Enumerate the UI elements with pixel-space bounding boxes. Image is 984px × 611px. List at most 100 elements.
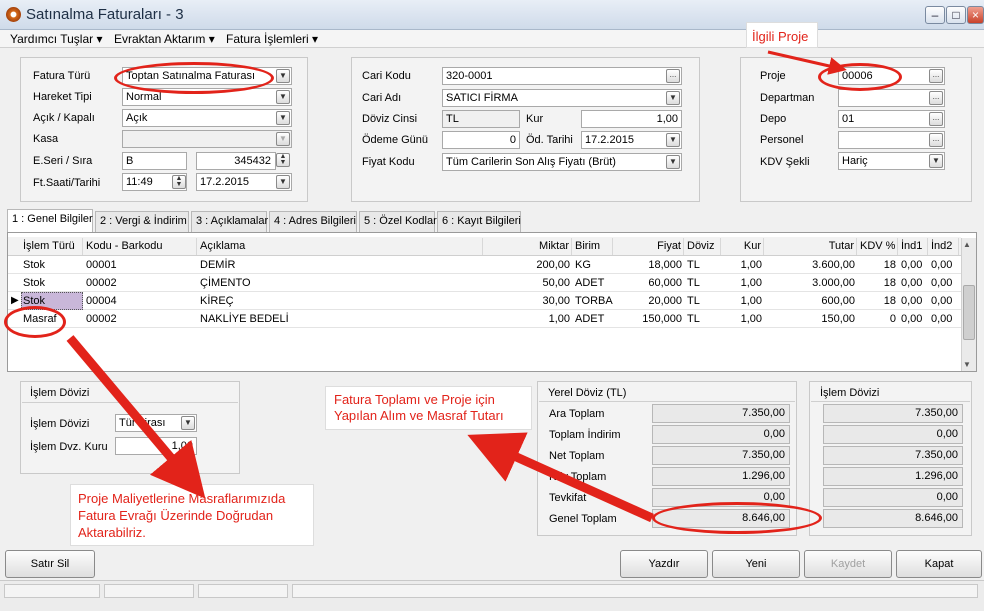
annotation-fatura-toplami-1: Fatura Toplamı ve Proje için — [334, 392, 495, 407]
scroll-down-icon[interactable]: ▼ — [963, 360, 971, 369]
personel-label: Personel — [760, 134, 804, 146]
cell-fiyat: 150,000 — [642, 313, 682, 325]
islem-toplam-indirim-value: 0,00 — [823, 425, 963, 444]
col-ind1[interactable]: İnd1 — [899, 238, 928, 255]
window-title: Satınalma Faturaları - 3 — [26, 6, 184, 23]
row-pointer-icon: ▶ — [11, 295, 19, 306]
chevron-down-icon[interactable]: ▼ — [276, 69, 290, 83]
status-segment — [292, 584, 978, 598]
yeni-button[interactable]: Yeni — [712, 550, 800, 578]
close-button[interactable]: × — [967, 6, 984, 24]
seri-field[interactable]: B — [122, 152, 187, 170]
ara-toplam-value: 7.350,00 — [652, 404, 790, 423]
cell-kodu: 00001 — [86, 259, 117, 271]
cell-ind1: 0,00 — [901, 277, 923, 289]
doviz-cinsi-field[interactable]: TL — [442, 110, 520, 128]
cari-adi-select[interactable]: SATICI FİRMA — [442, 89, 682, 107]
chevron-down-icon[interactable]: ▼ — [276, 175, 290, 189]
fiyat-kodu-select[interactable]: Tüm Carilerin Son Alış Fiyatı (Brüt) — [442, 153, 682, 171]
net-toplam-label: Net Toplam — [549, 450, 605, 462]
acik-kapali-label: Açık / Kapalı — [33, 112, 95, 124]
kapat-button[interactable]: Kapat — [896, 550, 982, 578]
cell-miktar: 50,00 — [542, 277, 570, 289]
col-kdv[interactable]: KDV % — [858, 238, 898, 255]
tab-adres-bilgileri[interactable]: 4 : Adres Bilgileri — [269, 211, 357, 232]
kdv-sekli-label: KDV Şekli — [760, 156, 810, 168]
spinner-icon[interactable]: ▲ ▼ — [172, 175, 186, 189]
doviz-cinsi-label: Döviz Cinsi — [362, 113, 418, 125]
kasa-select[interactable] — [122, 130, 292, 148]
annotation-proje-maliyet-2: Fatura Evrağı Üzerinde Doğrudan — [78, 508, 274, 523]
scrollbar-thumb[interactable] — [963, 285, 975, 340]
chevron-down-icon[interactable]: ▼ — [666, 133, 680, 147]
cell-islem-turu: Stok — [23, 259, 46, 271]
odeme-gunu-field[interactable]: 0 — [442, 131, 520, 149]
chevron-down-icon[interactable]: ▼ — [666, 155, 680, 169]
ellipsis-icon[interactable]: ... — [929, 133, 943, 147]
sira-field[interactable]: 345432 — [196, 152, 276, 170]
cell-kodu: 00004 — [86, 295, 117, 307]
menu-evraktan-aktarim[interactable]: Evraktan Aktarım ▾ — [114, 32, 215, 46]
chevron-down-icon[interactable]: ▼ — [276, 132, 290, 146]
cell-ind1: 0,00 — [901, 295, 923, 307]
maximize-button[interactable]: □ — [946, 6, 966, 24]
cell-kdv: 18 — [883, 277, 896, 289]
annotation-proje-maliyet-1: Proje Maliyetlerine Masraflarımızıda — [78, 491, 286, 506]
col-fiyat[interactable]: Fiyat — [614, 238, 684, 255]
kasa-label: Kasa — [33, 133, 59, 145]
islem-tevkifat-value: 0,00 — [823, 488, 963, 507]
status-segment — [104, 584, 194, 598]
tab-ozel-kodlar[interactable]: 5 : Özel Kodlar — [359, 211, 437, 232]
ellipsis-icon[interactable]: ... — [929, 112, 943, 126]
spinner-icon[interactable]: ▲ ▼ — [276, 153, 290, 167]
col-kodu-barkodu[interactable]: Kodu - Barkodu — [84, 238, 197, 255]
depo-label: Depo — [760, 113, 787, 125]
col-aciklama[interactable]: Açıklama — [198, 238, 483, 255]
cell-fiyat: 20,000 — [648, 295, 682, 307]
yazdir-button[interactable]: Yazdır — [620, 550, 708, 578]
chevron-down-icon[interactable]: ▼ — [276, 90, 290, 104]
tab-kayit-bilgileri[interactable]: 6 : Kayıt Bilgileri — [437, 211, 521, 232]
cari-kodu-field[interactable]: 320-0001 — [442, 67, 682, 85]
kur-field[interactable]: 1,00 — [581, 110, 682, 128]
minimize-button[interactable]: – — [925, 6, 945, 24]
col-kur[interactable]: Kur — [722, 238, 764, 255]
kdv-toplam-label: Kdv Toplam — [549, 471, 607, 483]
chevron-down-icon[interactable]: ▼ — [276, 111, 290, 125]
col-birim[interactable]: Birim — [573, 238, 613, 255]
chevron-down-icon[interactable]: ▼ — [929, 154, 943, 168]
scroll-up-icon[interactable]: ▲ — [963, 240, 971, 249]
islem-dovizi-totals-title: İşlem Dövizi — [820, 387, 880, 399]
islem-net-toplam-value: 7.350,00 — [823, 446, 963, 465]
cell-doviz: TL — [687, 259, 700, 271]
ellipsis-icon[interactable]: ... — [666, 69, 680, 83]
chevron-down-icon[interactable]: ▼ — [181, 416, 195, 430]
tab-vergi-indirim[interactable]: 2 : Vergi & İndirim — [95, 211, 189, 232]
col-tutar[interactable]: Tutar — [765, 238, 857, 255]
menu-yardimci-tuslar[interactable]: Yardımcı Tuşlar ▾ — [10, 32, 103, 46]
menu-fatura-islemleri[interactable]: Fatura İşlemleri ▾ — [226, 32, 318, 46]
kaydet-button[interactable]: Kaydet — [804, 550, 892, 578]
col-ind2[interactable]: İnd2 — [929, 238, 959, 255]
islem-dvz-kuru-field[interactable]: 1,00 — [115, 437, 197, 455]
satir-sil-button[interactable]: Satır Sil — [5, 550, 95, 578]
col-doviz[interactable]: Döviz — [685, 238, 721, 255]
ellipsis-icon[interactable]: ... — [929, 91, 943, 105]
status-segment — [4, 584, 100, 598]
ellipsis-icon[interactable]: ... — [929, 69, 943, 83]
tab-genel-bilgiler[interactable]: 1 : Genel Bilgiler — [7, 209, 93, 232]
divider — [811, 401, 970, 402]
hareket-tipi-label: Hareket Tipi — [33, 91, 92, 103]
cell-birim: KG — [575, 259, 591, 271]
cell-miktar: 30,00 — [542, 295, 570, 307]
fatura-turu-highlight — [114, 62, 274, 94]
cell-birim: ADET — [575, 277, 605, 289]
kdv-toplam-value: 1.296,00 — [652, 467, 790, 486]
acik-kapali-select[interactable]: Açık — [122, 109, 292, 127]
col-islem-turu[interactable]: İşlem Türü — [21, 238, 83, 255]
masraf-highlight — [4, 306, 66, 338]
col-miktar[interactable]: Miktar — [484, 238, 572, 255]
tab-aciklamalar[interactable]: 3 : Açıklamalar — [191, 211, 268, 232]
chevron-down-icon[interactable]: ▼ — [666, 91, 680, 105]
islem-kdv-toplam-value: 1.296,00 — [823, 467, 963, 486]
